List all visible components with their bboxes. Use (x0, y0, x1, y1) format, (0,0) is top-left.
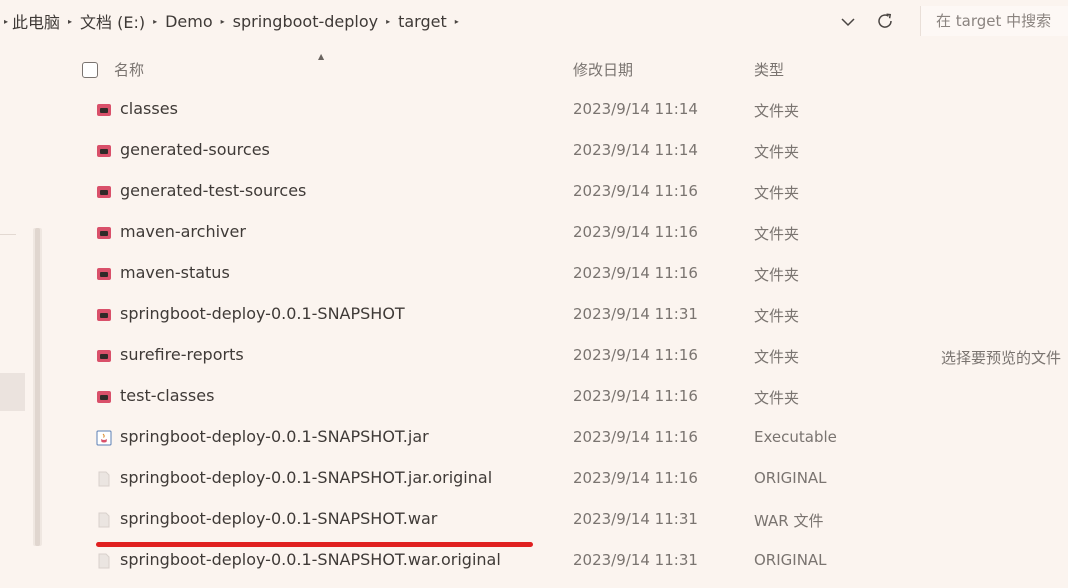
folder-icon (97, 145, 111, 157)
file-date: 2023/9/14 11:16 (573, 387, 698, 405)
breadcrumb-demo[interactable]: Demo (165, 12, 213, 31)
file-name: generated-sources (120, 140, 270, 159)
file-type: 文件夹 (754, 348, 800, 366)
file-name: test-classes (120, 386, 215, 405)
file-type: Executable (754, 428, 837, 446)
file-type: ORIGINAL (754, 551, 827, 569)
folder-icon (97, 104, 111, 116)
breadcrumb-target[interactable]: target (398, 12, 447, 31)
folder-icon (97, 350, 111, 362)
file-row[interactable]: generated-test-sources 2023/9/14 11:16 文… (88, 172, 968, 213)
file-row[interactable]: maven-status 2023/9/14 11:16 文件夹 (88, 254, 968, 295)
file-name: surefire-reports (120, 345, 244, 364)
chevron-right-icon[interactable]: ▸ (447, 17, 467, 26)
file-list: classes 2023/9/14 11:14 文件夹 generated-so… (88, 90, 968, 582)
file-type: 文件夹 (754, 102, 800, 120)
sort-ascending-icon: ▲ (318, 52, 325, 61)
nav-scrollbar-thumb[interactable] (35, 228, 40, 546)
generic-file-icon (98, 553, 110, 569)
chevron-right-icon[interactable]: ▸ (213, 17, 233, 26)
file-row[interactable]: springboot-deploy-0.0.1-SNAPSHOT.jar.ori… (88, 459, 968, 500)
file-row[interactable]: springboot-deploy-0.0.1-SNAPSHOT 2023/9/… (88, 295, 968, 336)
file-type: 文件夹 (754, 184, 800, 202)
column-header-name[interactable]: 名称 (114, 59, 144, 80)
file-name: springboot-deploy-0.0.1-SNAPSHOT (120, 304, 405, 323)
file-row[interactable]: springboot-deploy-0.0.1-SNAPSHOT.jar 202… (88, 418, 968, 459)
file-name: classes (120, 99, 178, 118)
file-name: maven-status (120, 263, 230, 282)
file-date: 2023/9/14 11:16 (573, 469, 698, 487)
file-type: ORIGINAL (754, 469, 827, 487)
chevron-right-icon[interactable]: ▸ (0, 17, 12, 26)
file-row[interactable]: maven-archiver 2023/9/14 11:16 文件夹 (88, 213, 968, 254)
file-row[interactable]: surefire-reports 2023/9/14 11:16 文件夹 (88, 336, 968, 377)
folder-icon (97, 309, 111, 321)
address-history-button[interactable] (836, 10, 860, 34)
generic-file-icon (98, 471, 110, 487)
nav-selected-item[interactable] (0, 373, 25, 411)
address-bar: ▸ 此电脑 ▸ 文档 (E:) ▸ Demo ▸ springboot-depl… (0, 0, 1068, 42)
file-name: springboot-deploy-0.0.1-SNAPSHOT.jar.ori… (120, 468, 493, 487)
chevron-right-icon[interactable]: ▸ (145, 17, 165, 26)
folder-icon (97, 268, 111, 280)
breadcrumb-springboot-deploy[interactable]: springboot-deploy (233, 12, 378, 31)
file-date: 2023/9/14 11:16 (573, 428, 698, 446)
file-date: 2023/9/14 11:14 (573, 141, 698, 159)
file-date: 2023/9/14 11:16 (573, 346, 698, 364)
file-date: 2023/9/14 11:31 (573, 305, 698, 323)
column-header-type[interactable]: 类型 (754, 59, 784, 80)
file-row[interactable]: classes 2023/9/14 11:14 文件夹 (88, 90, 968, 131)
file-date: 2023/9/14 11:16 (573, 182, 698, 200)
chevron-right-icon[interactable]: ▸ (60, 17, 80, 26)
file-row[interactable]: springboot-deploy-0.0.1-SNAPSHOT.war 202… (88, 500, 968, 541)
generic-file-icon (98, 512, 110, 528)
column-header-date[interactable]: 修改日期 (573, 59, 633, 80)
file-type: 文件夹 (754, 389, 800, 407)
file-name: springboot-deploy-0.0.1-SNAPSHOT.war (120, 509, 438, 528)
folder-icon (97, 227, 111, 239)
breadcrumb-this-pc[interactable]: 此电脑 (12, 9, 60, 33)
refresh-icon (878, 13, 892, 28)
file-type: 文件夹 (754, 266, 800, 284)
jar-file-icon (96, 430, 112, 446)
breadcrumb-drive[interactable]: 文档 (E:) (80, 9, 145, 33)
breadcrumb[interactable]: ▸ 此电脑 ▸ 文档 (E:) ▸ Demo ▸ springboot-depl… (0, 0, 467, 42)
file-date: 2023/9/14 11:14 (573, 100, 698, 118)
file-type: 文件夹 (754, 143, 800, 161)
chevron-right-icon[interactable]: ▸ (378, 17, 398, 26)
folder-icon (97, 391, 111, 403)
file-date: 2023/9/14 11:16 (573, 264, 698, 282)
column-header-row: ▲ 名称 修改日期 类型 (60, 50, 960, 88)
file-name: springboot-deploy-0.0.1-SNAPSHOT.war.ori… (120, 550, 501, 569)
chevron-down-icon (841, 17, 855, 26)
file-date: 2023/9/14 11:31 (573, 510, 698, 528)
file-type: WAR 文件 (754, 512, 824, 530)
file-name: maven-archiver (120, 222, 246, 241)
preview-pane-message: 选择要预览的文件 (941, 349, 1062, 367)
red-underline-annotation (96, 542, 533, 547)
file-name: generated-test-sources (120, 181, 307, 200)
file-explorer-window: ▸ 此电脑 ▸ 文档 (E:) ▸ Demo ▸ springboot-depl… (0, 0, 1068, 588)
file-name: springboot-deploy-0.0.1-SNAPSHOT.jar (120, 427, 429, 446)
file-type: 文件夹 (754, 225, 800, 243)
file-date: 2023/9/14 11:16 (573, 223, 698, 241)
search-input[interactable] (936, 12, 1068, 30)
file-date: 2023/9/14 11:31 (573, 551, 698, 569)
file-row[interactable]: generated-sources 2023/9/14 11:14 文件夹 (88, 131, 968, 172)
nav-divider (0, 234, 16, 235)
file-type: 文件夹 (754, 307, 800, 325)
file-row[interactable]: springboot-deploy-0.0.1-SNAPSHOT.war.ori… (88, 541, 968, 582)
select-all-checkbox[interactable] (82, 62, 98, 78)
folder-icon (97, 186, 111, 198)
file-row[interactable]: test-classes 2023/9/14 11:16 文件夹 (88, 377, 968, 418)
refresh-button[interactable] (873, 9, 897, 33)
search-box[interactable] (920, 6, 1068, 36)
